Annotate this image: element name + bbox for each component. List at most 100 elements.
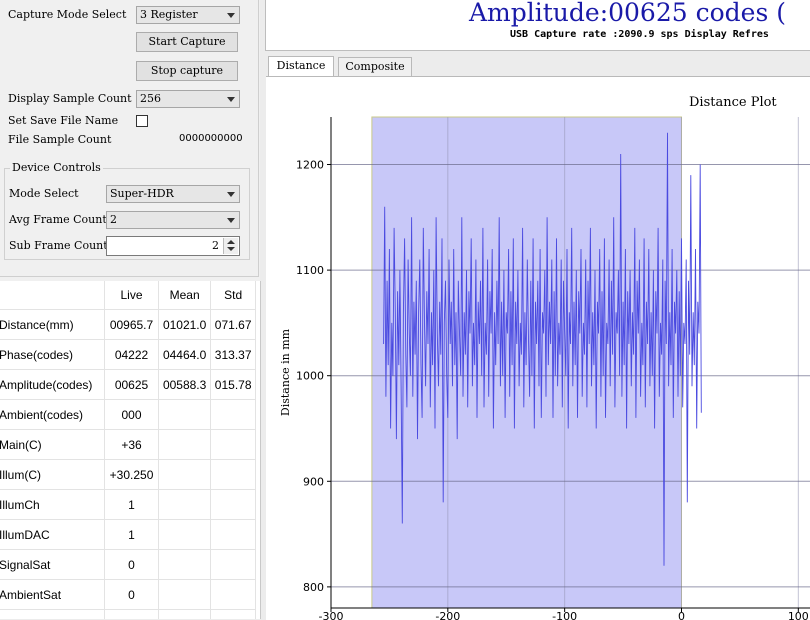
mode-select[interactable]: Super-HDR bbox=[106, 185, 240, 203]
stats-cell-name: Illum(C) bbox=[0, 459, 106, 490]
amplitude-header: Amplitude:00625 codes ( USB Capture rate… bbox=[265, 0, 810, 51]
stats-cell-name: IllumCh bbox=[0, 489, 106, 520]
stats-cell-std bbox=[210, 609, 256, 619]
stats-cell-mean: 04464.0 bbox=[158, 339, 212, 370]
chevron-down-icon bbox=[227, 218, 235, 223]
stats-body: Distance(mm) 00965.7 01021.0 071.67 Phase(co… bbox=[0, 309, 256, 619]
stats-cell-live: 20 bbox=[104, 609, 159, 619]
stats-cell-name: AmbientSat bbox=[0, 579, 106, 610]
stats-cell-live: 0 bbox=[104, 579, 159, 610]
stats-cell-live: +36 bbox=[104, 429, 159, 460]
table-row: Amplitude(codes) 00625 00588.3 015.78 bbox=[0, 369, 256, 400]
display-sample-count-value: 256 bbox=[140, 92, 161, 105]
y-tick-label: 900 bbox=[303, 475, 324, 488]
chevron-down-icon bbox=[227, 13, 235, 18]
y-tick-label: 1200 bbox=[296, 159, 324, 172]
stats-cell-mean: 01021.0 bbox=[158, 309, 212, 340]
table-row: Illum(C) +30.250 bbox=[0, 459, 256, 490]
stats-cell-name: Phase(codes) bbox=[0, 339, 106, 370]
stop-capture-button[interactable]: Stop capture bbox=[136, 61, 238, 81]
stats-cell-std bbox=[210, 489, 256, 520]
sub-frame-count-value: 2 bbox=[212, 239, 219, 252]
capture-mode-label: Capture Mode Select bbox=[8, 8, 127, 21]
sub-frame-count-label: Sub Frame Count bbox=[9, 239, 108, 252]
stats-header-label bbox=[0, 281, 106, 310]
set-save-file-label: Set Save File Name bbox=[8, 114, 119, 127]
chevron-down-icon bbox=[227, 192, 235, 197]
chevron-down-icon[interactable] bbox=[227, 247, 235, 251]
stats-cell-std bbox=[210, 459, 256, 490]
display-sample-count-select[interactable]: 256 bbox=[136, 90, 240, 108]
stats-cell-mean bbox=[158, 429, 212, 460]
stats-cell-name: IllumDAC bbox=[0, 519, 106, 550]
stats-cell-live: 00625 bbox=[104, 369, 159, 400]
display-sample-count-label: Display Sample Count bbox=[8, 92, 132, 105]
mode-select-label: Mode Select bbox=[9, 187, 79, 200]
tab-distance[interactable]: Distance bbox=[268, 56, 334, 77]
avg-frame-count-select[interactable]: 2 bbox=[106, 211, 240, 229]
chevron-down-icon bbox=[227, 97, 235, 102]
capture-rate-text: USB Capture rate :2090.9 sps Display Ref… bbox=[510, 29, 769, 40]
table-row: SampleCount20 bbox=[0, 609, 256, 619]
stats-cell-name: Distance(mm) bbox=[0, 309, 106, 340]
stats-table-container: Live Mean Std Distance(mm) 00965.7 01021.0 07… bbox=[0, 281, 261, 619]
capture-controls-panel: Capture Mode Select 3 Register Start Cap… bbox=[0, 0, 259, 277]
stats-cell-mean bbox=[158, 489, 212, 520]
stats-cell-live: 000 bbox=[104, 399, 159, 430]
avg-frame-count-label: Avg Frame Count bbox=[9, 213, 107, 226]
stats-cell-std: 313.37 bbox=[210, 339, 256, 370]
y-tick-label: 800 bbox=[303, 581, 324, 594]
stats-cell-name: SampleCount bbox=[0, 609, 106, 619]
table-row: Main(C) +36 bbox=[0, 429, 256, 460]
stats-cell-std bbox=[210, 549, 256, 580]
stats-cell-name: Amplitude(codes) bbox=[0, 369, 106, 400]
chevron-up-icon[interactable] bbox=[227, 240, 235, 244]
stats-cell-mean bbox=[158, 609, 212, 619]
y-tick-label: 1100 bbox=[296, 264, 324, 277]
stats-cell-live: 1 bbox=[104, 519, 159, 550]
y-axis-label: Distance in mm bbox=[279, 328, 292, 416]
device-controls-title: Device Controls bbox=[10, 161, 103, 174]
table-row: IllumCh 1 bbox=[0, 489, 256, 520]
stats-cell-live: 0 bbox=[104, 549, 159, 580]
stats-cell-std: 071.67 bbox=[210, 309, 256, 340]
capture-mode-value: 3 Register bbox=[140, 8, 198, 21]
stats-cell-live: +30.250 bbox=[104, 459, 159, 490]
stats-cell-live: 00965.7 bbox=[104, 309, 159, 340]
stats-cell-std bbox=[210, 519, 256, 550]
control-panel: Capture Mode Select 3 Register Start Cap… bbox=[0, 0, 261, 619]
table-row: SignalSat 0 bbox=[0, 549, 256, 580]
stats-cell-mean bbox=[158, 579, 212, 610]
avg-frame-count-value: 2 bbox=[110, 213, 117, 226]
stats-cell-std: 015.78 bbox=[210, 369, 256, 400]
start-capture-button[interactable]: Start Capture bbox=[136, 32, 238, 52]
spinner-buttons[interactable] bbox=[223, 238, 238, 254]
stats-cell-mean bbox=[158, 519, 212, 550]
capture-mode-select[interactable]: 3 Register bbox=[136, 6, 240, 24]
table-row: Ambient(codes) 000 bbox=[0, 399, 256, 430]
amplitude-title: Amplitude:00625 codes ( bbox=[469, 0, 786, 27]
table-row: Phase(codes) 04222 04464.0 313.37 bbox=[0, 339, 256, 370]
stats-cell-name: SignalSat bbox=[0, 549, 106, 580]
y-tick-label: 1000 bbox=[296, 370, 324, 383]
stats-header-mean: Mean bbox=[158, 281, 212, 310]
stats-cell-mean bbox=[158, 549, 212, 580]
tab-composite[interactable]: Composite bbox=[338, 57, 412, 76]
stats-cell-mean: 00588.3 bbox=[158, 369, 212, 400]
stats-cell-std bbox=[210, 579, 256, 610]
mode-select-value: Super-HDR bbox=[110, 187, 174, 200]
file-sample-count-value: 0000000000 bbox=[179, 133, 243, 144]
sub-frame-count-stepper[interactable]: 2 bbox=[106, 236, 240, 256]
table-row: AmbientSat 0 bbox=[0, 579, 256, 610]
stats-header-std: Std bbox=[210, 281, 256, 310]
file-sample-count-label: File Sample Count bbox=[8, 133, 112, 146]
set-save-file-checkbox[interactable] bbox=[136, 115, 148, 127]
stats-cell-name: Ambient(codes) bbox=[0, 399, 106, 430]
stats-cell-mean bbox=[158, 399, 212, 430]
stats-header-row: Live Mean Std bbox=[0, 281, 256, 310]
stats-header-live: Live bbox=[104, 281, 159, 310]
stats-cell-live: 04222 bbox=[104, 339, 159, 370]
distance-plot-chart: 800900100011001200-300 -200 -100 0 100Distan… bbox=[279, 116, 810, 620]
stats-cell-mean bbox=[158, 459, 212, 490]
stats-cell-std bbox=[210, 399, 256, 430]
